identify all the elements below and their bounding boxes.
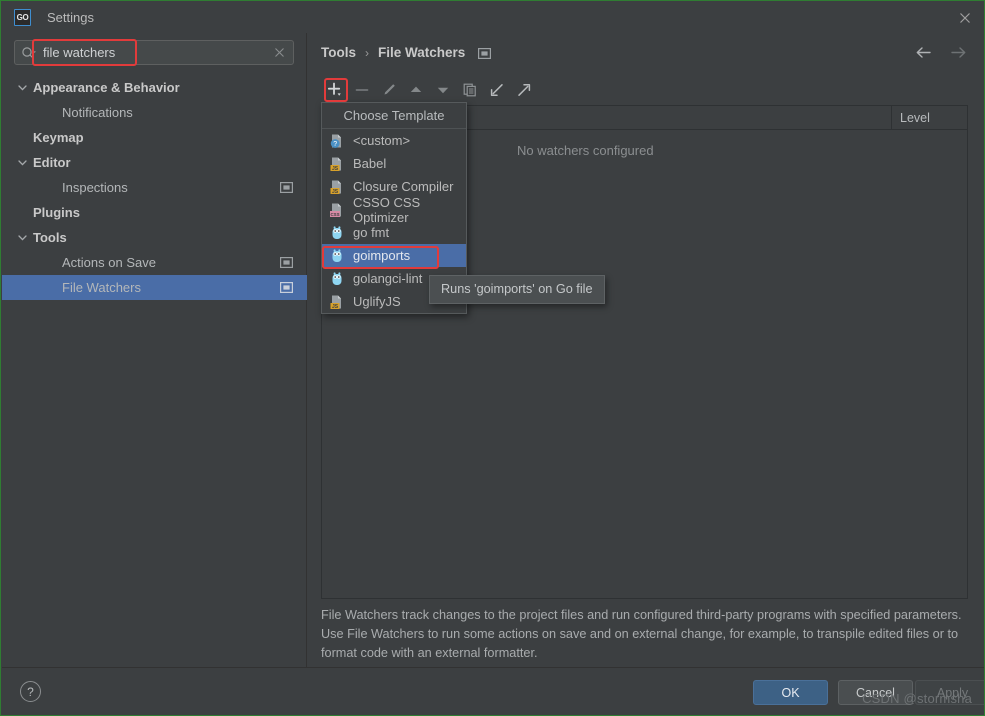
table-column-header[interactable]: Level — [891, 106, 967, 129]
arrow-down-icon — [429, 78, 456, 103]
pencil-icon — [375, 78, 402, 103]
svg-text:JS: JS — [332, 188, 339, 194]
template-item-label: CSSO CSS Optimizer — [353, 194, 421, 225]
svg-text:?: ? — [333, 141, 337, 148]
template-item-label: UglifyJS — [353, 294, 401, 309]
sidebar-item-keymap[interactable]: Keymap — [2, 125, 307, 150]
breadcrumb-parent[interactable]: Tools — [321, 45, 356, 60]
svg-text:JS: JS — [332, 303, 339, 309]
sidebar-item-editor[interactable]: Editor — [2, 150, 307, 175]
arrow-left-icon[interactable] — [915, 45, 932, 60]
breadcrumb-separator: › — [365, 45, 369, 60]
sidebar-item-label: Inspections — [62, 180, 128, 195]
copy-icon — [456, 78, 483, 103]
sidebar-item-appearance-behavior[interactable]: Appearance & Behavior — [2, 75, 307, 100]
go-gopher-icon — [329, 271, 345, 287]
template-item-label: golangci-lint — [353, 271, 423, 286]
template-item-label: Babel — [353, 156, 387, 171]
settings-dialog: GO Settings file watchers Appearance & B… — [0, 0, 985, 716]
chevron-down-icon[interactable] — [16, 156, 29, 169]
template-item-label: Closure Compiler — [353, 179, 454, 194]
add-button[interactable] — [321, 78, 348, 103]
table-empty-message: No watchers configured — [517, 143, 654, 158]
sidebar-item-label: File Watchers — [62, 280, 141, 295]
template-tooltip: Runs 'goimports' on Go file — [429, 275, 605, 304]
goland-app-icon: GO — [14, 9, 31, 26]
sidebar-item-label: Notifications — [62, 105, 133, 120]
svg-text:CSS: CSS — [330, 211, 339, 216]
sidebar-item-label: Appearance & Behavior — [33, 80, 180, 95]
template-item-go-fmt[interactable]: go fmt — [322, 221, 466, 244]
search-icon — [21, 46, 37, 60]
project-scope-icon — [280, 282, 293, 293]
sidebar-item-actions-on-save[interactable]: Actions on Save — [2, 250, 307, 275]
export-icon[interactable] — [510, 78, 537, 103]
chevron-down-icon[interactable] — [16, 231, 29, 244]
watermark: CSDN @stormsha — [862, 691, 972, 706]
sidebar-item-inspections[interactable]: Inspections — [2, 175, 307, 200]
sidebar-item-plugins[interactable]: Plugins — [2, 200, 307, 225]
clear-search-icon[interactable] — [274, 47, 285, 58]
navigation-buttons — [915, 45, 967, 60]
help-button[interactable]: ? — [20, 681, 41, 702]
sidebar-item-label: Plugins — [33, 205, 80, 220]
sidebar-item-label: Keymap — [33, 130, 84, 145]
popup-title: Choose Template — [322, 103, 466, 129]
arrow-up-icon — [402, 78, 429, 103]
settings-sidebar: file watchers Appearance & Behavior Noti… — [2, 33, 307, 682]
go-gopher-icon — [329, 225, 345, 241]
sidebar-item-file-watchers[interactable]: File Watchers — [2, 275, 307, 300]
template-item-label: goimports — [353, 248, 411, 263]
breadcrumb: Tools › File Watchers — [321, 45, 492, 60]
template-item-babel[interactable]: JS Babel — [322, 152, 466, 175]
arrow-right-icon — [950, 45, 967, 60]
template-item-label: go fmt — [353, 225, 390, 240]
search-input[interactable]: file watchers — [14, 40, 294, 65]
project-scope-icon — [280, 182, 293, 193]
js-file-icon: JS — [329, 156, 345, 172]
sidebar-item-label: Tools — [33, 230, 67, 245]
css-file-icon: CSS — [329, 202, 345, 218]
template-item-goimports[interactable]: goimports — [322, 244, 466, 267]
sidebar-item-tools[interactable]: Tools — [2, 225, 307, 250]
template-item-custom[interactable]: ? <custom> — [322, 129, 466, 152]
file-watchers-description: File Watchers track changes to the proje… — [321, 608, 962, 660]
ok-button[interactable]: OK — [753, 680, 828, 705]
import-icon[interactable] — [483, 78, 510, 103]
watchers-toolbar — [321, 77, 537, 103]
dialog-footer: ? OK Cancel Apply — [2, 667, 984, 715]
template-item-csso-css-optimizer[interactable]: CSS CSSO CSS Optimizer — [322, 195, 466, 225]
breadcrumb-current: File Watchers — [378, 45, 466, 60]
project-scope-icon — [280, 257, 293, 268]
custom-file-icon: ? — [329, 133, 345, 149]
svg-text:JS: JS — [332, 165, 339, 171]
project-scope-icon — [478, 48, 492, 59]
chevron-down-icon[interactable] — [16, 81, 29, 94]
remove-button — [348, 78, 375, 103]
go-gopher-icon — [329, 248, 345, 264]
js-file-icon: JS — [329, 179, 345, 195]
search-value: file watchers — [43, 45, 116, 60]
template-item-label: <custom> — [353, 133, 411, 148]
sidebar-item-label: Actions on Save — [62, 255, 156, 270]
close-icon[interactable] — [957, 10, 973, 26]
window-title: Settings — [47, 10, 94, 25]
settings-tree: Appearance & Behavior Notifications Keym… — [2, 75, 307, 300]
sidebar-item-notifications[interactable]: Notifications — [2, 100, 307, 125]
js-file-icon: JS — [329, 294, 345, 310]
title-bar: GO Settings — [2, 2, 984, 33]
sidebar-item-label: Editor — [33, 155, 71, 170]
